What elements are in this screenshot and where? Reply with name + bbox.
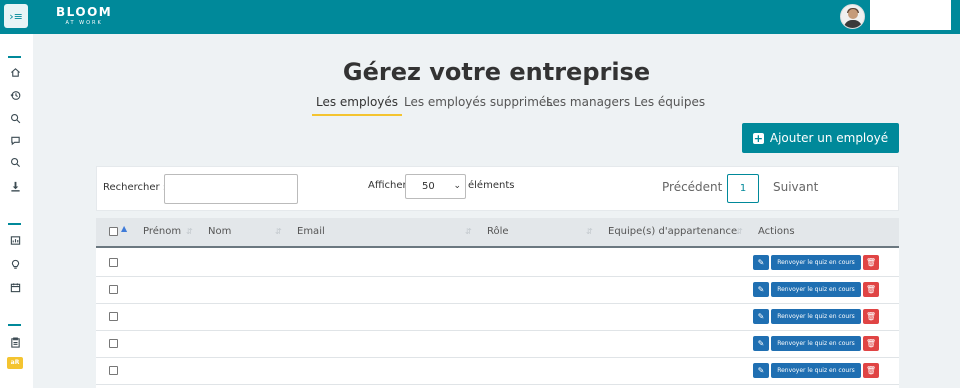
resend-quiz-button[interactable]: Renvoyer le quiz en cours [771,309,861,324]
sidebar [0,34,33,388]
column-header-role[interactable]: Rôle [487,226,509,237]
tab-deleted-employees[interactable]: Les employés supprimés [404,94,553,116]
pencil-icon[interactable]: ✎ [753,255,769,270]
sort-icon[interactable]: ⇵ [275,227,282,236]
bulb-icon[interactable] [8,257,22,271]
tab-managers[interactable]: Les managers [546,94,630,116]
page-title: Gérez votre entreprise [342,58,651,86]
trash-icon[interactable]: 🗑 [863,282,879,297]
pencil-icon[interactable]: ✎ [753,309,769,324]
trash-icon[interactable]: 🗑 [863,336,879,351]
resend-quiz-button[interactable]: Renvoyer le quiz en cours [771,282,861,297]
logo[interactable]: BLOOM AT WORK [56,6,112,26]
sidebar-divider [8,324,21,326]
home-icon[interactable] [8,65,22,79]
search-label: Rechercher : [103,182,167,193]
table-toolbar: Rechercher : Afficher 50 ⌄ éléments Préc… [96,166,899,211]
logo-subtitle: AT WORK [65,20,103,26]
table-row: ✎ Renvoyer le quiz en cours 🗑 [96,277,899,304]
table-row: ✎ Renvoyer le quiz en cours 🗑 [96,304,899,331]
sidebar-divider [8,56,21,58]
sort-icon[interactable]: ⇵ [186,227,193,236]
previous-page-button[interactable]: Précédent [662,180,722,194]
logo-text: BLOOM [56,5,113,19]
column-header-teams[interactable]: Equipe(s) d'appartenance [608,226,737,237]
calendar-icon[interactable] [8,280,22,294]
chat-icon[interactable] [8,133,22,147]
row-checkbox[interactable] [109,366,118,375]
resend-quiz-button[interactable]: Renvoyer le quiz en cours [771,255,861,270]
sort-icon[interactable]: ⇵ [736,227,743,236]
trash-icon[interactable]: 🗑 [863,255,879,270]
resend-quiz-button[interactable]: Renvoyer le quiz en cours [771,336,861,351]
page-size-value: 50 [422,181,435,192]
plus-icon: + [752,131,764,145]
tab-employees[interactable]: Les employés [311,94,403,116]
row-checkbox[interactable] [109,285,118,294]
column-header-email[interactable]: Email [297,226,325,237]
status-badge[interactable]: aR [7,357,23,369]
menu-toggle-button[interactable]: ›≡ [4,4,28,28]
column-header-actions: Actions [758,226,795,237]
table-row: ✎ Renvoyer le quiz en cours 🗑 [96,358,899,385]
pencil-icon[interactable]: ✎ [753,336,769,351]
resend-quiz-button[interactable]: Renvoyer le quiz en cours [771,363,861,378]
add-employee-button[interactable]: + Ajouter un employé [742,123,899,153]
next-page-button[interactable]: Suivant [773,180,818,194]
select-all-checkbox[interactable] [109,227,118,236]
pencil-icon[interactable]: ✎ [753,363,769,378]
table-header: ▲ Prénom ⇵ Nom ⇵ Email ⇵ Rôle ⇵ Equipe(s… [96,218,899,248]
chevron-down-icon: ⌄ [453,181,461,191]
tab-bar: Les employés Les employés supprimés Les … [0,94,960,116]
sort-icon[interactable]: ⇵ [465,227,472,236]
row-checkbox[interactable] [109,339,118,348]
avatar[interactable] [840,4,865,29]
clipboard-icon[interactable] [8,335,22,349]
sort-icon[interactable]: ⇵ [586,227,593,236]
sort-asc-icon[interactable]: ▲ [121,224,127,233]
row-checkbox[interactable] [109,312,118,321]
search-input[interactable] [164,174,298,204]
add-employee-label: Ajouter un employé [769,131,889,145]
top-bar: ›≡ BLOOM AT WORK [0,0,960,34]
tab-teams[interactable]: Les équipes [634,94,705,116]
report-icon[interactable] [8,233,22,247]
discussion-icon[interactable] [8,155,22,169]
page-number-button[interactable]: 1 [727,174,759,203]
pencil-icon[interactable]: ✎ [753,282,769,297]
employees-table: ▲ Prénom ⇵ Nom ⇵ Email ⇵ Rôle ⇵ Equipe(s… [96,218,899,388]
trash-icon[interactable]: 🗑 [863,309,879,324]
table-row: ✎ Renvoyer le quiz en cours 🗑 [96,250,899,277]
download-icon[interactable] [8,179,22,193]
sidebar-divider [8,223,21,225]
trash-icon[interactable]: 🗑 [863,363,879,378]
table-row: ✎ Renvoyer le quiz en cours 🗑 [96,331,899,358]
row-checkbox[interactable] [109,258,118,267]
column-header-firstname[interactable]: Prénom [143,226,181,237]
column-header-lastname[interactable]: Nom [208,226,231,237]
menu-icon: ›≡ [9,9,23,23]
elements-label: éléments [468,180,515,191]
page-size-label: Afficher [368,180,407,191]
user-name-box[interactable] [870,0,951,30]
page-size-select[interactable]: 50 ⌄ [405,174,466,199]
